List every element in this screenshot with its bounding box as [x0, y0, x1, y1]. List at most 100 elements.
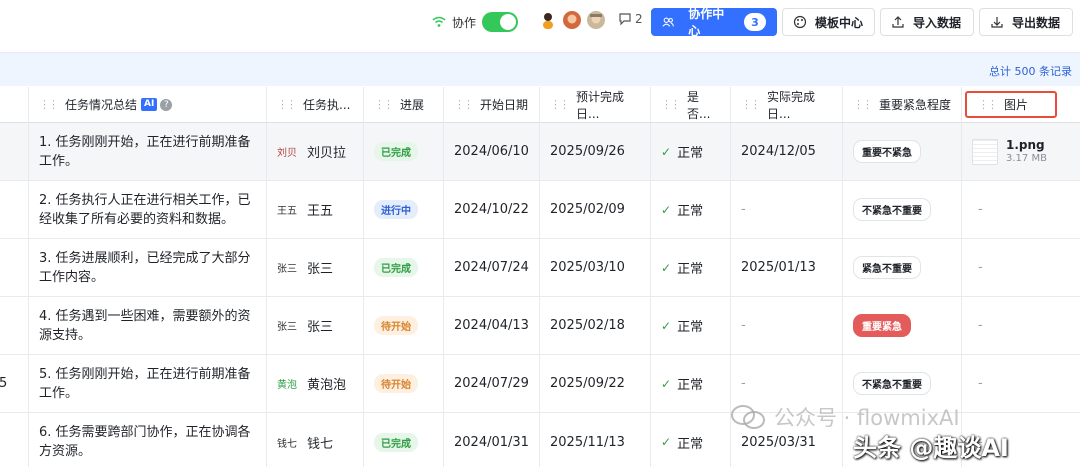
- summary-cell[interactable]: 5. 任务刚刚开始，正在进行前期准备工作。: [29, 355, 267, 412]
- table-row[interactable]: 2. 任务执行人正在进行相关工作，已经收集了所有必要的资料和数据。 王五 王五 …: [0, 181, 1080, 239]
- priority-cell[interactable]: 重要不紧急: [843, 123, 962, 180]
- actual-date-cell[interactable]: -: [731, 297, 843, 354]
- planned-date-cell[interactable]: 2025/09/22: [540, 355, 651, 412]
- image-thumbnail[interactable]: [972, 138, 998, 165]
- file-attachment[interactable]: 1.png 3.17 MB: [972, 138, 1047, 165]
- actual-date-cell[interactable]: 2024/12/05: [731, 123, 843, 180]
- summary-cell[interactable]: 6. 任务需要跨部门协作，正在协调各方资源。: [29, 413, 267, 467]
- priority-badge: 重要不紧急: [853, 140, 921, 163]
- start-date-cell[interactable]: 2024/01/31: [444, 413, 540, 467]
- assignee-cell[interactable]: 张三 张三: [267, 297, 364, 354]
- drag-handle-icon[interactable]: ⋮⋮: [374, 98, 394, 111]
- status-badge: 进行中: [374, 200, 418, 219]
- summary-cell[interactable]: 3. 任务进展顺利，已经完成了大部分工作内容。: [29, 239, 267, 296]
- header-start-date[interactable]: ⋮⋮ 开始日期: [444, 87, 540, 122]
- start-date-cell[interactable]: 2024/06/10: [444, 123, 540, 180]
- check-icon: ✓: [661, 260, 672, 275]
- help-icon[interactable]: ?: [160, 98, 173, 111]
- toutiao-watermark: 头条 @趣谈AI: [853, 434, 1009, 462]
- priority-badge: 不紧急不重要: [853, 198, 931, 221]
- header-progress[interactable]: ⋮⋮ 进展: [364, 87, 444, 122]
- progress-cell[interactable]: 待开始: [364, 297, 444, 354]
- header-summary[interactable]: ⋮⋮ 任务情况总结 AI ?: [29, 87, 267, 122]
- export-data-button[interactable]: 导出数据: [979, 8, 1073, 36]
- actual-date-cell[interactable]: 2025/01/13: [731, 239, 843, 296]
- summary-cell[interactable]: 1. 任务刚刚开始，正在进行前期准备工作。: [29, 123, 267, 180]
- priority-badge: 不紧急不重要: [853, 372, 931, 395]
- image-cell[interactable]: -: [962, 355, 1080, 412]
- assignee-cell[interactable]: 王五 王五: [267, 181, 364, 238]
- planned-date-cell[interactable]: 2025/09/26: [540, 123, 651, 180]
- header-planned-date[interactable]: ⋮⋮ 预计完成日...: [540, 87, 651, 122]
- assignee-chip: 黄泡: [277, 380, 297, 391]
- comment-counter[interactable]: 2: [618, 12, 643, 26]
- normal-cell[interactable]: ✓ 正常: [651, 355, 731, 412]
- normal-cell[interactable]: ✓ 正常: [651, 413, 731, 467]
- start-date-cell[interactable]: 2024/07/24: [444, 239, 540, 296]
- header-index-column: [0, 87, 29, 122]
- planned-date-cell[interactable]: 2025/02/09: [540, 181, 651, 238]
- drag-handle-icon[interactable]: ⋮⋮: [550, 98, 570, 111]
- header-priority[interactable]: ⋮⋮ 重要紧急程度: [843, 87, 962, 122]
- priority-cell[interactable]: 不紧急不重要: [843, 181, 962, 238]
- priority-cell[interactable]: 紧急不重要: [843, 239, 962, 296]
- collab-toggle-group[interactable]: 协作: [432, 10, 519, 34]
- summary-cell[interactable]: 4. 任务遇到一些困难，需要额外的资源支持。: [29, 297, 267, 354]
- collab-toggle[interactable]: [482, 12, 519, 32]
- drag-handle-icon[interactable]: ⋮⋮: [853, 98, 873, 111]
- priority-badge: 重要紧急: [853, 314, 911, 337]
- image-cell[interactable]: -: [962, 181, 1080, 238]
- avatar[interactable]: [562, 10, 582, 30]
- template-center-button[interactable]: 模板中心: [782, 8, 875, 36]
- start-date-cell[interactable]: 2024/10/22: [444, 181, 540, 238]
- drag-handle-icon[interactable]: ⋮⋮: [454, 98, 474, 111]
- planned-date-cell[interactable]: 2025/11/13: [540, 413, 651, 467]
- assignee-name: 钱七: [307, 436, 334, 452]
- drag-handle-icon[interactable]: ⋮⋮: [39, 98, 59, 111]
- actual-date-cell[interactable]: -: [731, 181, 843, 238]
- summary-cell[interactable]: 2. 任务执行人正在进行相关工作，已经收集了所有必要的资料和数据。: [29, 181, 267, 238]
- priority-cell[interactable]: 重要紧急: [843, 297, 962, 354]
- header-progress-label: 进展: [400, 98, 425, 112]
- normal-label: 正常: [677, 320, 704, 335]
- table-row[interactable]: 3. 任务进展顺利，已经完成了大部分工作内容。 张三 张三 已完成 2024/0…: [0, 239, 1080, 297]
- assignee-cell[interactable]: 张三 张三: [267, 239, 364, 296]
- import-data-button[interactable]: 导入数据: [880, 8, 974, 36]
- progress-cell[interactable]: 已完成: [364, 239, 444, 296]
- drag-handle-icon[interactable]: ⋮⋮: [741, 98, 761, 111]
- start-date-cell[interactable]: 2024/07/29: [444, 355, 540, 412]
- header-normal[interactable]: ⋮⋮ 是否...: [651, 87, 731, 122]
- progress-cell[interactable]: 进行中: [364, 181, 444, 238]
- file-name: 1.png: [1006, 138, 1045, 152]
- normal-cell[interactable]: ✓ 正常: [651, 297, 731, 354]
- avatar[interactable]: [538, 10, 558, 30]
- normal-cell[interactable]: ✓ 正常: [651, 239, 731, 296]
- avatar[interactable]: [586, 10, 606, 30]
- assignee-cell[interactable]: 黄泡 黄泡泡: [267, 355, 364, 412]
- header-assignee[interactable]: ⋮⋮ 任务执...: [267, 87, 364, 122]
- assignee-name: 黄泡泡: [307, 378, 347, 393]
- planned-date-cell[interactable]: 2025/02/18: [540, 297, 651, 354]
- top-toolbar: 协作 2 协作中心 3 模板中心 导入数据 导出数据: [0, 0, 1080, 50]
- status-badge: 已完成: [374, 432, 418, 452]
- start-date-cell[interactable]: 2024/04/13: [444, 297, 540, 354]
- progress-cell[interactable]: 已完成: [364, 413, 444, 467]
- row-index: 5: [0, 355, 29, 412]
- planned-date-cell[interactable]: 2025/03/10: [540, 239, 651, 296]
- header-actual-date[interactable]: ⋮⋮ 实际完成日...: [731, 87, 843, 122]
- table-row[interactable]: 1. 任务刚刚开始，正在进行前期准备工作。 刘贝 刘贝拉 已完成 2024/06…: [0, 123, 1080, 181]
- image-cell[interactable]: -: [962, 297, 1080, 354]
- normal-cell[interactable]: ✓ 正常: [651, 181, 731, 238]
- table-row[interactable]: 4. 任务遇到一些困难，需要额外的资源支持。 张三 张三 待开始 2024/04…: [0, 297, 1080, 355]
- assignee-cell[interactable]: 刘贝 刘贝拉: [267, 123, 364, 180]
- normal-cell[interactable]: ✓ 正常: [651, 123, 731, 180]
- assignee-cell[interactable]: 钱七 钱七: [267, 413, 364, 467]
- image-cell[interactable]: 1.png 3.17 MB: [962, 123, 1080, 180]
- drag-handle-icon[interactable]: ⋮⋮: [661, 98, 681, 111]
- progress-cell[interactable]: 已完成: [364, 123, 444, 180]
- drag-handle-icon[interactable]: ⋮⋮: [277, 98, 297, 111]
- image-cell[interactable]: -: [962, 239, 1080, 296]
- collaborator-avatars[interactable]: [538, 10, 606, 30]
- collab-center-button[interactable]: 协作中心 3: [651, 7, 777, 38]
- progress-cell[interactable]: 待开始: [364, 355, 444, 412]
